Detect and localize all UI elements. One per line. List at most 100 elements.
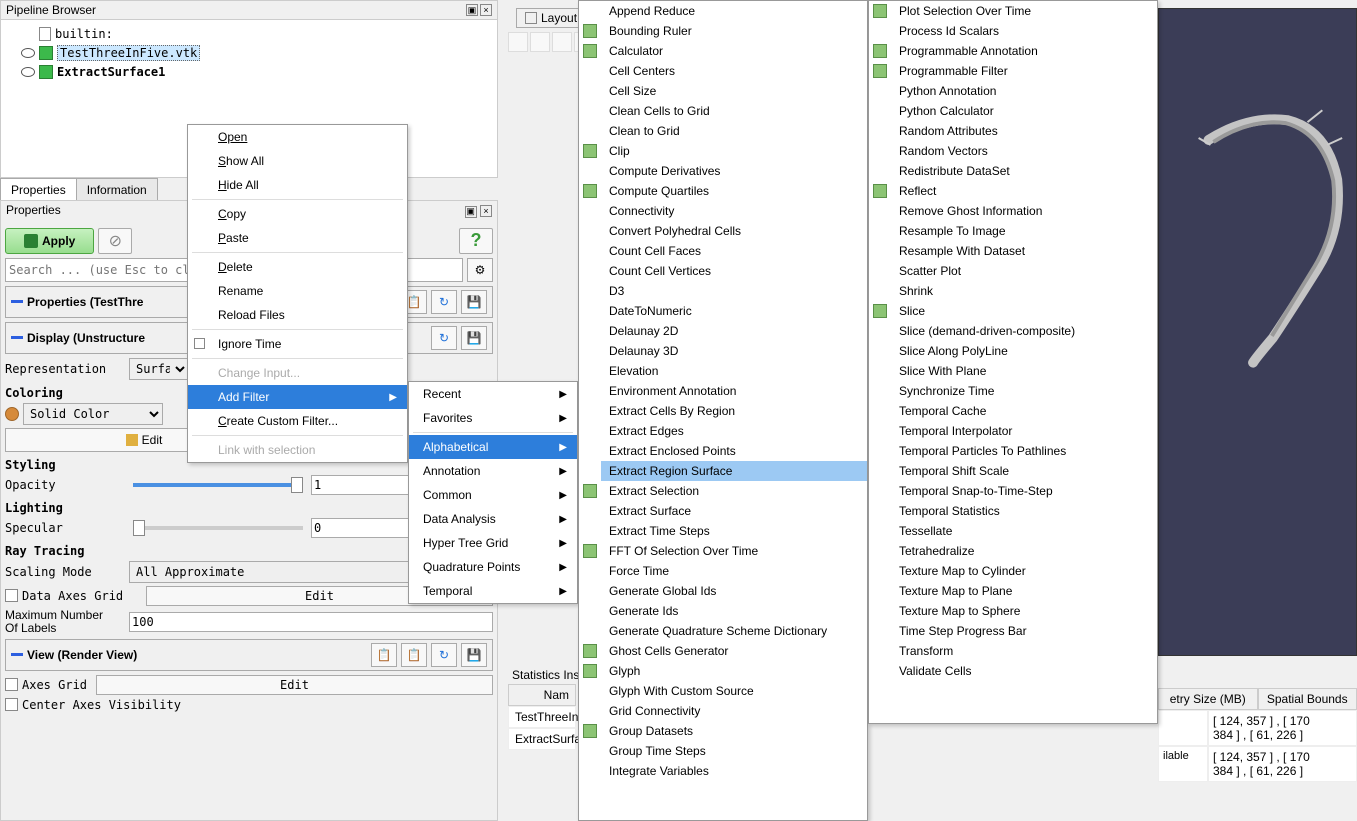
- filter-ghost-cells-generator[interactable]: Ghost Cells Generator: [601, 641, 867, 661]
- toolbar-btn[interactable]: [508, 32, 528, 52]
- filter-redistribute-dataset[interactable]: Redistribute DataSet: [891, 161, 1157, 181]
- filter-generate-ids[interactable]: Generate Ids: [601, 601, 867, 621]
- ctx-item-add-filter[interactable]: Add Filter▶: [188, 385, 407, 409]
- filter-extract-enclosed-points[interactable]: Extract Enclosed Points: [601, 441, 867, 461]
- filter-environment-annotation[interactable]: Environment Annotation: [601, 381, 867, 401]
- stats-row-name[interactable]: TestThreeIn: [508, 706, 576, 728]
- filter-glyph-with-custom-source[interactable]: Glyph With Custom Source: [601, 681, 867, 701]
- filter-slice-with-plane[interactable]: Slice With Plane: [891, 361, 1157, 381]
- stats-header-size[interactable]: etry Size (MB): [1158, 688, 1258, 710]
- filter-delaunay-3d[interactable]: Delaunay 3D: [601, 341, 867, 361]
- ctx-item-rename[interactable]: Rename: [188, 279, 407, 303]
- ctx-item-create-custom-filter-[interactable]: Create Custom Filter...: [188, 409, 407, 433]
- filter-temporal-cache[interactable]: Temporal Cache: [891, 401, 1157, 421]
- filter-slice-along-polyline[interactable]: Slice Along PolyLine: [891, 341, 1157, 361]
- stats-header-bounds[interactable]: Spatial Bounds: [1258, 688, 1357, 710]
- filter-compute-quartiles[interactable]: Compute Quartiles: [601, 181, 867, 201]
- filter-temporal-statistics[interactable]: Temporal Statistics: [891, 501, 1157, 521]
- filter-tetrahedralize[interactable]: Tetrahedralize: [891, 541, 1157, 561]
- filter-python-calculator[interactable]: Python Calculator: [891, 101, 1157, 121]
- pipeline-item-source[interactable]: TestThreeInFive.vtk: [21, 43, 477, 63]
- render-view[interactable]: [1158, 8, 1357, 656]
- apply-button[interactable]: Apply: [5, 228, 94, 254]
- filter-grid-connectivity[interactable]: Grid Connectivity: [601, 701, 867, 721]
- filter-resample-to-image[interactable]: Resample To Image: [891, 221, 1157, 241]
- axes-grid-checkbox[interactable]: [5, 678, 18, 691]
- ctx-item-reload-files[interactable]: Reload Files: [188, 303, 407, 327]
- reload-button[interactable]: ↻: [431, 326, 457, 350]
- filter-cell-centers[interactable]: Cell Centers: [601, 61, 867, 81]
- filter-delaunay-2d[interactable]: Delaunay 2D: [601, 321, 867, 341]
- ctx-item-copy[interactable]: Copy: [188, 202, 407, 226]
- filter-tessellate[interactable]: Tessellate: [891, 521, 1157, 541]
- eye-icon[interactable]: [21, 67, 35, 77]
- filter-extract-region-surface[interactable]: Extract Region Surface: [601, 461, 867, 481]
- color-select[interactable]: Solid Color: [23, 403, 163, 425]
- stats-row-name[interactable]: ExtractSurfa: [508, 728, 576, 750]
- max-labels-input[interactable]: [129, 612, 493, 632]
- filter-temporal-interpolator[interactable]: Temporal Interpolator: [891, 421, 1157, 441]
- filter-synchronize-time[interactable]: Synchronize Time: [891, 381, 1157, 401]
- filter-group-datasets[interactable]: Group Datasets: [601, 721, 867, 741]
- copy-button[interactable]: 📋: [371, 643, 397, 667]
- filter-shrink[interactable]: Shrink: [891, 281, 1157, 301]
- data-axes-grid-checkbox[interactable]: [5, 589, 18, 602]
- tab-information[interactable]: Information: [76, 178, 158, 202]
- filter-d3[interactable]: D3: [601, 281, 867, 301]
- filter-elevation[interactable]: Elevation: [601, 361, 867, 381]
- pipeline-item-filter[interactable]: ExtractSurface1: [21, 63, 477, 81]
- reload-button[interactable]: ↻: [431, 290, 457, 314]
- filter-clean-cells-to-grid[interactable]: Clean Cells to Grid: [601, 101, 867, 121]
- filter-group-time-steps[interactable]: Group Time Steps: [601, 741, 867, 761]
- ctx-item-hide-all[interactable]: Hide All: [188, 173, 407, 197]
- filter-clip[interactable]: Clip: [601, 141, 867, 161]
- specular-slider[interactable]: [133, 526, 303, 530]
- filter-programmable-filter[interactable]: Programmable Filter: [891, 61, 1157, 81]
- close-icon[interactable]: ×: [480, 4, 492, 16]
- filter-reflect[interactable]: Reflect: [891, 181, 1157, 201]
- ctx-item-delete[interactable]: Delete: [188, 255, 407, 279]
- tab-properties[interactable]: Properties: [0, 178, 77, 202]
- filter-category-temporal[interactable]: Temporal▶: [409, 579, 577, 603]
- filter-category-annotation[interactable]: Annotation▶: [409, 459, 577, 483]
- filter-scatter-plot[interactable]: Scatter Plot: [891, 261, 1157, 281]
- eye-icon[interactable]: [21, 48, 35, 58]
- filter-transform[interactable]: Transform: [891, 641, 1157, 661]
- filter-category-alphabetical[interactable]: Alphabetical▶: [409, 435, 577, 459]
- filter-time-step-progress-bar[interactable]: Time Step Progress Bar: [891, 621, 1157, 641]
- filter-category-data-analysis[interactable]: Data Analysis▶: [409, 507, 577, 531]
- filter-extract-selection[interactable]: Extract Selection: [601, 481, 867, 501]
- filter-append-reduce[interactable]: Append Reduce: [601, 1, 867, 21]
- filter-compute-derivatives[interactable]: Compute Derivatives: [601, 161, 867, 181]
- filter-texture-map-to-sphere[interactable]: Texture Map to Sphere: [891, 601, 1157, 621]
- pipeline-item-builtin[interactable]: builtin:: [21, 25, 477, 43]
- save-button[interactable]: 💾: [461, 290, 487, 314]
- filter-validate-cells[interactable]: Validate Cells: [891, 661, 1157, 681]
- filter-clean-to-grid[interactable]: Clean to Grid: [601, 121, 867, 141]
- filter-bounding-ruler[interactable]: Bounding Ruler: [601, 21, 867, 41]
- filter-calculator[interactable]: Calculator: [601, 41, 867, 61]
- filter-category-hyper-tree-grid[interactable]: Hyper Tree Grid▶: [409, 531, 577, 555]
- stats-header-name[interactable]: Nam: [508, 684, 576, 706]
- filter-extract-surface[interactable]: Extract Surface: [601, 501, 867, 521]
- filter-glyph[interactable]: Glyph: [601, 661, 867, 681]
- filter-datetonumeric[interactable]: DateToNumeric: [601, 301, 867, 321]
- filter-process-id-scalars[interactable]: Process Id Scalars: [891, 21, 1157, 41]
- filter-plot-selection-over-time[interactable]: Plot Selection Over Time: [891, 1, 1157, 21]
- save-button[interactable]: 💾: [461, 643, 487, 667]
- toolbar-btn[interactable]: [530, 32, 550, 52]
- close-icon[interactable]: ×: [480, 205, 492, 217]
- filter-remove-ghost-information[interactable]: Remove Ghost Information: [891, 201, 1157, 221]
- ctx-item-show-all[interactable]: Show All: [188, 149, 407, 173]
- section-view[interactable]: View (Render View) 📋 📋 ↻ 💾: [5, 639, 493, 671]
- filter-random-vectors[interactable]: Random Vectors: [891, 141, 1157, 161]
- toolbar-btn[interactable]: [552, 32, 572, 52]
- filter-slice[interactable]: Slice: [891, 301, 1157, 321]
- edit-axes-button[interactable]: Edit: [96, 675, 493, 695]
- filter-slice-demand-driven-composite-[interactable]: Slice (demand-driven-composite): [891, 321, 1157, 341]
- filter-generate-quadrature-scheme-dictionary[interactable]: Generate Quadrature Scheme Dictionary: [601, 621, 867, 641]
- paste-button[interactable]: 📋: [401, 643, 427, 667]
- filter-convert-polyhedral-cells[interactable]: Convert Polyhedral Cells: [601, 221, 867, 241]
- opacity-slider[interactable]: [133, 483, 303, 487]
- representation-select[interactable]: Surface: [129, 358, 189, 380]
